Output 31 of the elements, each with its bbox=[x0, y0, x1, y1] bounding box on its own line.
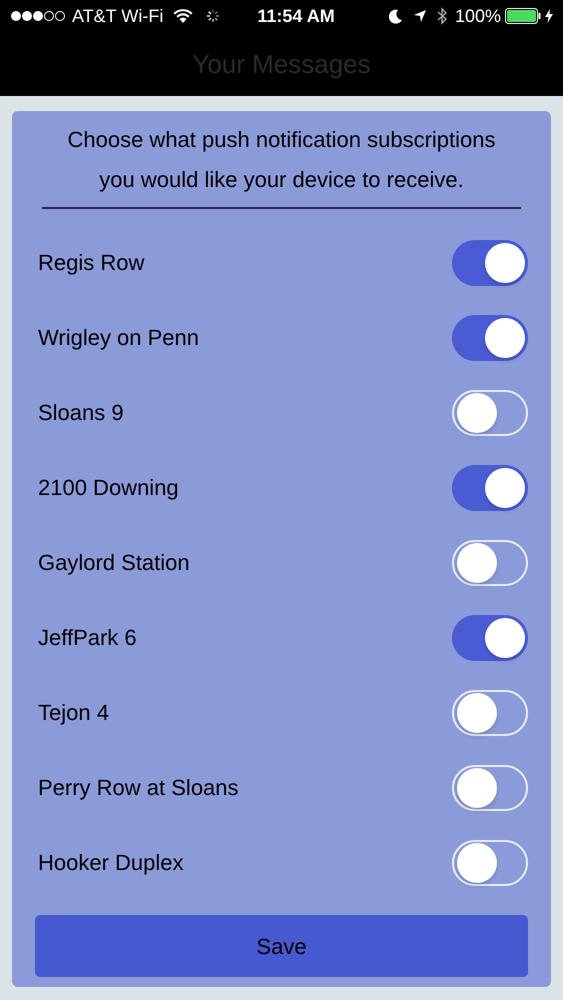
battery-icon bbox=[505, 8, 541, 24]
subscription-name: Regis Row bbox=[38, 249, 144, 277]
moon-icon bbox=[388, 8, 403, 24]
toggle-switch[interactable] bbox=[452, 614, 528, 660]
subscription-name: Sloans 9 bbox=[38, 399, 124, 427]
bluetooth-icon bbox=[436, 7, 447, 25]
carrier-name: AT&T Wi-Fi bbox=[72, 4, 164, 28]
location-arrow-icon bbox=[412, 9, 427, 23]
subscription-name: Tejon 4 bbox=[38, 699, 109, 727]
toggle-switch[interactable] bbox=[452, 464, 528, 510]
signal-strength-icon bbox=[10, 10, 66, 22]
subscription-name: Wrigley on Penn bbox=[38, 324, 200, 352]
toggle-switch[interactable] bbox=[452, 240, 528, 286]
save-button[interactable]: Save bbox=[35, 915, 528, 977]
loading-spinner-icon bbox=[205, 8, 222, 24]
toggle-switch[interactable] bbox=[452, 690, 528, 736]
charging-bolt-icon bbox=[545, 9, 553, 23]
toggle-switch[interactable] bbox=[452, 764, 528, 810]
subscription-name: Gaylord Station bbox=[38, 549, 190, 577]
dialog-prompt: Choose what push notification subscriptions you would like your device to receive. bbox=[66, 126, 497, 194]
battery-percentage: 100% bbox=[454, 4, 501, 28]
subscription-name: JeffPark 6 bbox=[38, 624, 137, 652]
subscription-name: Perry Row at Sloans bbox=[38, 774, 239, 802]
toggle-switch[interactable] bbox=[452, 540, 528, 586]
toggle-switch[interactable] bbox=[452, 390, 528, 436]
toggle-switch[interactable] bbox=[452, 840, 528, 886]
subscription-name: 2100 Downing bbox=[38, 474, 179, 502]
clock-time: 11:54 AM bbox=[257, 4, 335, 28]
wifi-icon bbox=[173, 8, 194, 24]
subscription-name: Hooker Duplex bbox=[38, 849, 184, 877]
toggle-switch[interactable] bbox=[452, 314, 528, 360]
